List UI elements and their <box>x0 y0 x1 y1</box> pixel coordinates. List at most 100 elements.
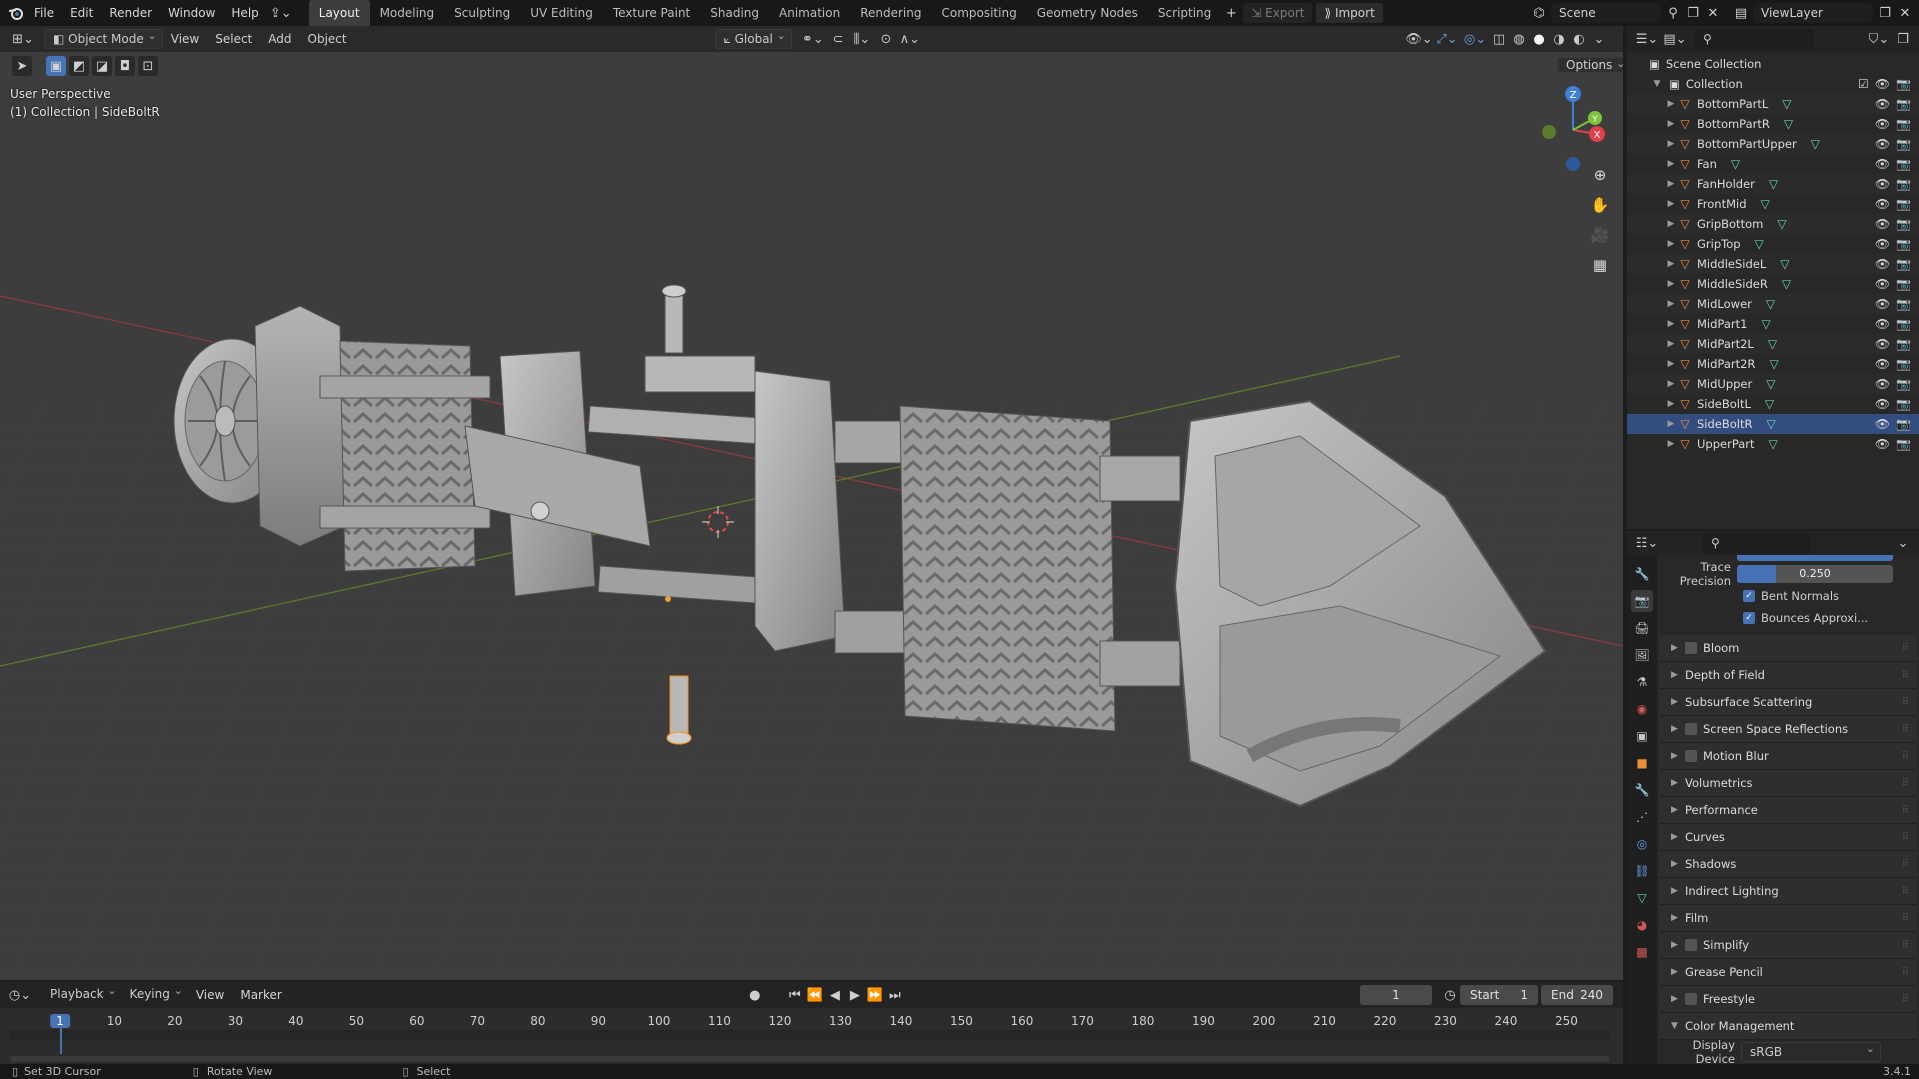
outliner-object-row[interactable]: ▶ ▽ UpperPart ▽ 👁 📷 <box>1627 434 1919 454</box>
tab-rendering[interactable]: Rendering <box>850 0 931 26</box>
end-frame-field[interactable]: End 240 <box>1541 985 1613 1005</box>
view-layer-selector[interactable]: ViewLayer <box>1753 3 1873 23</box>
view-layer-icon[interactable]: ▤ <box>1731 3 1751 23</box>
material-shading-icon[interactable]: ◑ <box>1549 29 1569 49</box>
outliner-editor-icon[interactable]: ☰⌄ <box>1633 29 1661 49</box>
panel-freestyle[interactable]: ▶ Freestyle ⠿ <box>1659 986 1917 1013</box>
import-button[interactable]: ⟫ Import <box>1316 3 1383 23</box>
viewport-menu-view[interactable]: View <box>163 27 207 51</box>
bottom-part-r-mesh[interactable] <box>899 405 1116 732</box>
navigation-gizmo[interactable]: Z X Y <box>1535 84 1615 174</box>
scene-collection-row[interactable]: ▣ Scene Collection <box>1627 54 1919 74</box>
new-scene-icon[interactable]: ❐ <box>1683 3 1703 23</box>
texture-tab-icon[interactable]: ▩ <box>1631 941 1653 963</box>
zoom-icon[interactable]: ⊕ <box>1587 162 1613 188</box>
panel-enable-checkbox[interactable] <box>1685 993 1697 1005</box>
display-device-dropdown[interactable]: sRGB <box>1741 1040 1881 1062</box>
drag-handle-icon[interactable]: ⠿ <box>1902 832 1909 843</box>
select-tool-icon[interactable]: ➤ <box>12 56 32 76</box>
eye-icon[interactable]: 👁 <box>1875 97 1890 111</box>
new-collection-icon[interactable]: ❐ <box>1893 29 1913 49</box>
panel-enable-checkbox[interactable] <box>1685 939 1697 951</box>
scene-tab-icon[interactable]: ⚗ <box>1631 671 1653 693</box>
output-tab-icon[interactable]: 🖨 <box>1631 617 1653 639</box>
drag-handle-icon[interactable]: ⠿ <box>1902 886 1909 897</box>
collapse-icon[interactable]: ▼ <box>1651 79 1663 89</box>
frame-ruler[interactable]: 1 10 20 30 40 50 60 70 80 90 100 110 120 130 140 150 160… <box>0 1008 1623 1064</box>
camera-icon[interactable]: 📷 <box>1896 137 1911 151</box>
eye-icon[interactable]: 👁 <box>1875 417 1890 431</box>
drag-handle-icon[interactable]: ⠿ <box>1902 751 1909 762</box>
outliner-object-row[interactable]: ▶ ▽ MidPart1 ▽ 👁 📷 <box>1627 314 1919 334</box>
mesh-data-icon[interactable]: ▽ <box>1780 257 1789 271</box>
blender-logo-icon[interactable] <box>6 3 26 23</box>
panel-enable-checkbox[interactable] <box>1685 642 1697 654</box>
panel-simplify[interactable]: ▶ Simplify ⠿ <box>1659 932 1917 959</box>
expand-icon[interactable]: ▶ <box>1665 179 1677 189</box>
viewport-scene[interactable] <box>0 26 1623 980</box>
expand-icon[interactable]: ▶ <box>1665 319 1677 329</box>
tab-modeling[interactable]: Modeling <box>370 0 445 26</box>
panel-enable-checkbox[interactable] <box>1685 723 1697 735</box>
front-mid-mesh[interactable] <box>754 370 846 652</box>
camera-icon[interactable]: 📷 <box>1896 417 1911 431</box>
panel-performance[interactable]: ▶ Performance ⠿ <box>1659 797 1917 824</box>
playback-menu[interactable]: Playback <box>42 982 122 1005</box>
tab-scripting[interactable]: Scripting <box>1148 0 1221 26</box>
camera-icon[interactable]: 📷 <box>1896 397 1911 411</box>
jump-start-icon[interactable]: ⏮ <box>785 985 805 1005</box>
outliner-object-row[interactable]: ▶ ▽ Fan ▽ 👁 📷 <box>1627 154 1919 174</box>
expand-icon[interactable]: ▶ <box>1665 439 1677 449</box>
camera-icon[interactable]: 📷 <box>1896 237 1911 251</box>
solid-shading-icon[interactable]: ● <box>1529 29 1549 49</box>
camera-icon[interactable]: 📷 <box>1896 357 1911 371</box>
mesh-data-icon[interactable]: ▽ <box>1769 357 1778 371</box>
display-mode-icon[interactable]: ▤⌄ <box>1661 29 1689 49</box>
outliner-object-row[interactable]: ▶ ▽ MidPart2L ▽ 👁 📷 <box>1627 334 1919 354</box>
mesh-data-icon[interactable]: ▽ <box>1766 297 1775 311</box>
material-tab-icon[interactable]: ◕ <box>1631 914 1653 936</box>
camera-icon[interactable]: 📷 <box>1896 257 1911 271</box>
panel-grease-pencil[interactable]: ▶ Grease Pencil ⠿ <box>1659 959 1917 986</box>
outliner-object-row[interactable]: ▶ ▽ BottomPartL ▽ 👁 📷 <box>1627 94 1919 114</box>
panel-film[interactable]: ▶ Film ⠿ <box>1659 905 1917 932</box>
camera-icon[interactable]: 📷 <box>1896 97 1911 111</box>
object-tab-icon[interactable]: ■ <box>1631 752 1653 774</box>
drag-handle-icon[interactable]: ⠿ <box>1902 859 1909 870</box>
expand-icon[interactable]: ▶ <box>1665 299 1677 309</box>
eye-icon[interactable]: 👁 <box>1875 397 1890 411</box>
properties-search-input[interactable]: ⚲ <box>1703 533 1811 553</box>
play-icon[interactable]: ▶ <box>845 985 865 1005</box>
eye-icon[interactable]: 👁 <box>1875 437 1890 451</box>
outliner-object-row[interactable]: ▶ ▽ BottomPartR ▽ 👁 📷 <box>1627 114 1919 134</box>
mesh-data-icon[interactable]: ▽ <box>1761 197 1770 211</box>
world-tab-icon[interactable]: ◉ <box>1631 698 1653 720</box>
expand-icon[interactable]: ▶ <box>1665 99 1677 109</box>
options-dropdown[interactable]: Options <box>1557 57 1623 73</box>
keying-menu[interactable]: Keying <box>122 982 188 1005</box>
next-keyframe-icon[interactable]: ⏩ <box>865 985 885 1005</box>
panel-curves[interactable]: ▶ Curves ⠿ <box>1659 824 1917 851</box>
playhead-line[interactable] <box>60 1028 62 1054</box>
play-reverse-icon[interactable]: ◀ <box>825 985 845 1005</box>
mesh-data-icon[interactable]: ▽ <box>1766 377 1775 391</box>
panel-volumetrics[interactable]: ▶ Volumetrics ⠿ <box>1659 770 1917 797</box>
mesh-data-icon[interactable]: ▽ <box>1769 437 1778 451</box>
camera-icon[interactable]: 📷 <box>1896 277 1911 291</box>
outliner-object-row[interactable]: ▶ ▽ FrontMid ▽ 👁 📷 <box>1627 194 1919 214</box>
eye-icon[interactable]: 👁 <box>1875 237 1890 251</box>
gizmo-toggle-icon[interactable]: ⤢⌄ <box>1433 29 1461 49</box>
camera-icon[interactable]: 📷 <box>1896 297 1911 311</box>
drag-handle-icon[interactable]: ⠿ <box>1902 697 1909 708</box>
outliner-object-row[interactable]: ▶ ▽ FanHolder ▽ 👁 📷 <box>1627 174 1919 194</box>
outliner-object-row[interactable]: ▶ ▽ MidPart2R ▽ 👁 📷 <box>1627 354 1919 374</box>
timeline-scrollbar[interactable] <box>10 1056 1610 1062</box>
outliner-object-row[interactable]: ▶ ▽ MiddleSideL ▽ 👁 📷 <box>1627 254 1919 274</box>
mesh-data-icon[interactable]: ▽ <box>1782 277 1791 291</box>
drag-handle-icon[interactable]: ⠿ <box>1902 913 1909 924</box>
trace-precision-slider[interactable]: 0.250 <box>1737 565 1893 583</box>
mesh-data-icon[interactable]: ▽ <box>1768 337 1777 351</box>
expand-icon[interactable]: ▶ <box>1665 259 1677 269</box>
panel-subsurface-scattering[interactable]: ▶ Subsurface Scattering ⠿ <box>1659 689 1917 716</box>
eye-icon[interactable]: 👁 <box>1875 137 1890 151</box>
